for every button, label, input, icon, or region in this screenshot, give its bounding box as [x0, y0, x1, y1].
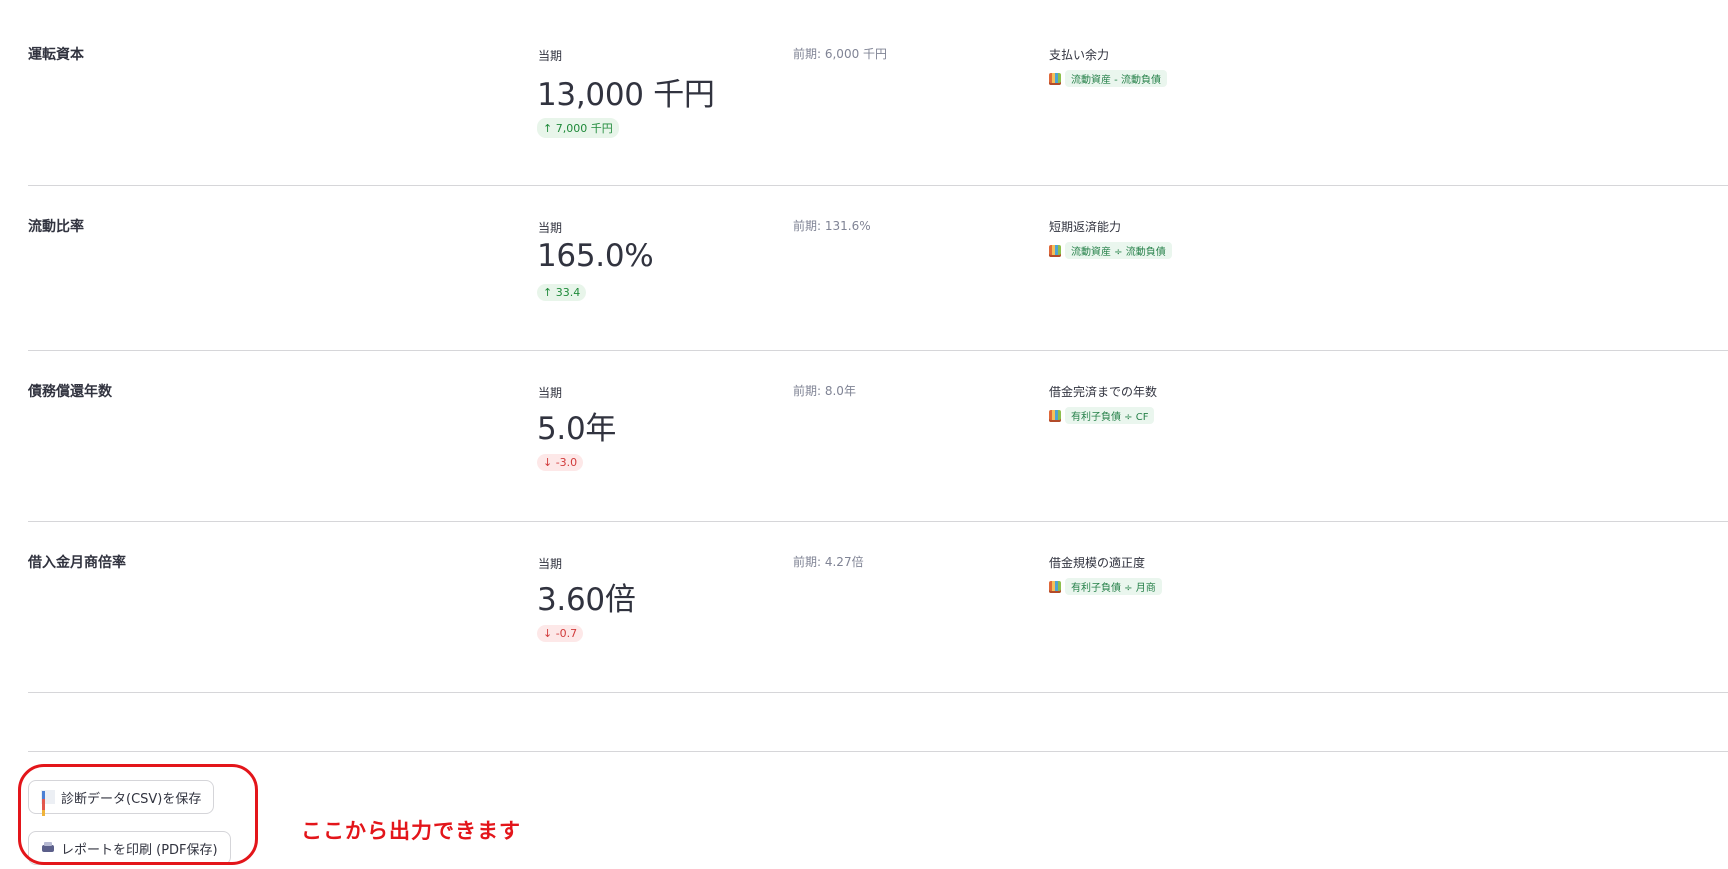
formula: 流動資産 - 流動負債: [1049, 70, 1167, 87]
metric-name: 流動比率: [28, 219, 84, 235]
divider: [28, 692, 1728, 693]
book-icon: [1049, 409, 1061, 422]
current-period-label: 当期: [538, 557, 563, 571]
formula: 流動資産 ÷ 流動負債: [1049, 242, 1172, 259]
current-period-label: 当期: [538, 221, 563, 235]
divider: [28, 185, 1728, 186]
metric-name: 債務償還年数: [28, 384, 112, 400]
metric-description: 借金規模の適正度: [1049, 556, 1146, 570]
metric-row-debt-repayment-years: 債務償還年数 当期 5.0年 ↓ -3.0 前期: 8.0年 借金完済までの年数…: [28, 381, 1728, 522]
section-divider: [28, 751, 1728, 752]
divider: [28, 350, 1728, 351]
divider: [28, 751, 1728, 752]
metric-name: 運転資本: [28, 47, 84, 63]
delta-badge: ↑ 33.4: [537, 284, 587, 301]
current-value: 13,000 千円: [537, 77, 715, 113]
current-period-label: 当期: [538, 49, 563, 63]
previous-period-value: 前期: 8.0年: [793, 384, 856, 398]
metric-description: 短期返済能力: [1049, 220, 1122, 234]
formula-text: 流動資産 - 流動負債: [1065, 70, 1167, 87]
metric-row-working-capital: 運転資本 当期 13,000 千円 ↑ 7,000 千円 前期: 6,000 千…: [28, 44, 1728, 186]
metric-description: 借金完済までの年数: [1049, 385, 1158, 399]
book-icon: [1049, 244, 1061, 257]
previous-period-value: 前期: 131.6%: [793, 219, 871, 233]
divider: [28, 521, 1728, 522]
current-value: 3.60倍: [537, 582, 636, 618]
previous-period-value: 前期: 6,000 千円: [793, 47, 888, 61]
metric-name: 借入金月商倍率: [28, 555, 126, 571]
formula-text: 流動資産 ÷ 流動負債: [1065, 242, 1172, 259]
metric-row-current-ratio: 流動比率 当期 165.0% ↑ 33.4 前期: 131.6% 短期返済能力 …: [28, 216, 1728, 351]
formula: 有利子負債 ÷ 月商: [1049, 578, 1162, 595]
formula-text: 有利子負債 ÷ CF: [1065, 407, 1155, 424]
metric-row-loan-to-monthly-sales: 借入金月商倍率 当期 3.60倍 ↓ -0.7 前期: 4.27倍 借金規模の適…: [28, 552, 1728, 693]
formula-text: 有利子負債 ÷ 月商: [1065, 578, 1162, 595]
highlight-circle: [18, 764, 258, 865]
book-icon: [1049, 72, 1061, 85]
formula: 有利子負債 ÷ CF: [1049, 407, 1155, 424]
previous-period-value: 前期: 4.27倍: [793, 555, 864, 569]
metric-description: 支払い余力: [1049, 48, 1110, 62]
delta-badge: ↓ -0.7: [537, 625, 584, 642]
current-period-label: 当期: [538, 386, 563, 400]
book-icon: [1049, 580, 1061, 593]
delta-badge: ↑ 7,000 千円: [537, 118, 619, 138]
current-value: 165.0%: [537, 238, 654, 274]
current-value: 5.0年: [537, 411, 617, 447]
annotation-text: ここから出力できます: [301, 819, 521, 843]
delta-badge: ↓ -3.0: [537, 454, 584, 471]
